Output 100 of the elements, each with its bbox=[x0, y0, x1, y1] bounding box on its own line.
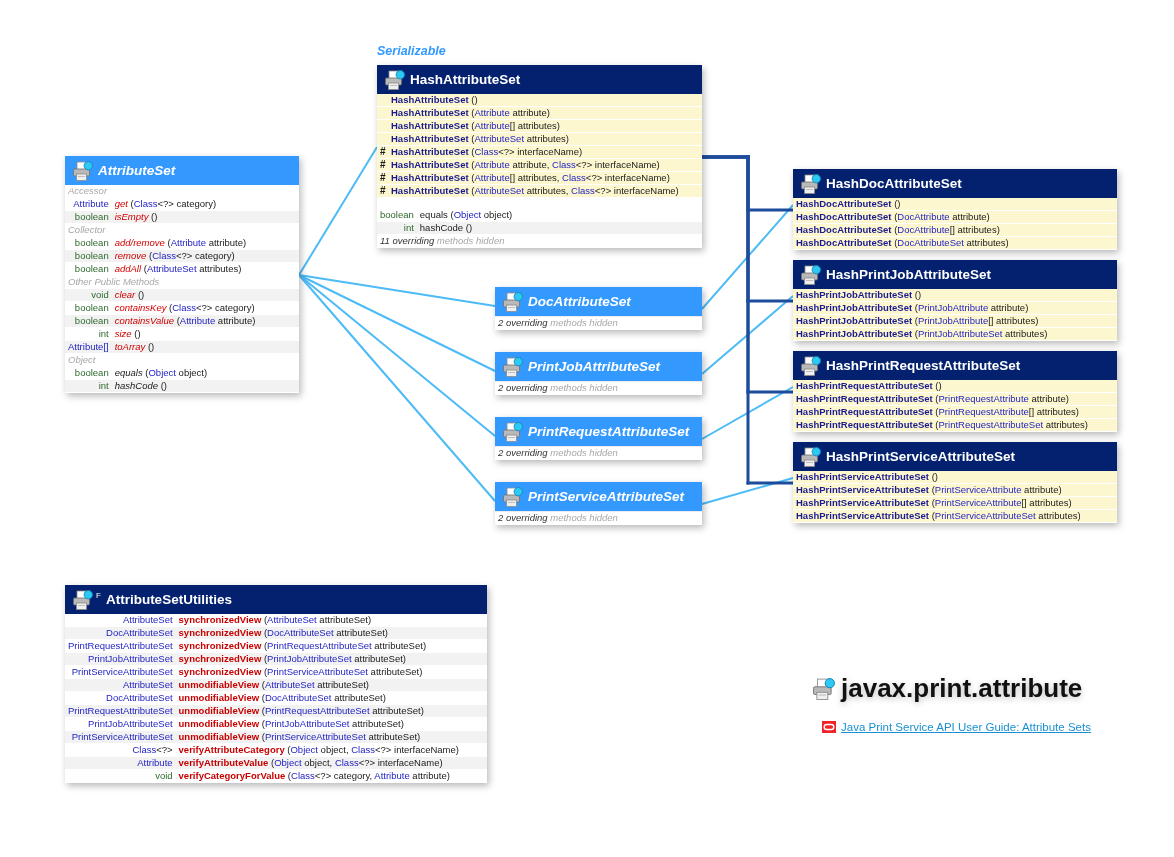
method-signature: verifyCategoryForValue (Class<?> category, Attribute attribute) bbox=[175, 769, 487, 783]
method-signature: toArray () bbox=[111, 340, 299, 354]
class-name: HashAttributeSet bbox=[410, 72, 521, 87]
printer-icon bbox=[503, 356, 523, 377]
class-name: HashPrintServiceAttributeSet bbox=[826, 449, 1016, 464]
protected-marker: # bbox=[380, 185, 387, 197]
method-signature: size () bbox=[111, 327, 299, 341]
package-title: javax.print.attribute bbox=[841, 673, 1083, 704]
method-signature: equals (Object object) bbox=[111, 366, 299, 380]
return-type: AttributeSet bbox=[65, 678, 176, 692]
printer-icon bbox=[801, 264, 821, 285]
class-name: HashPrintRequestAttributeSet bbox=[826, 358, 1021, 373]
method-signature: addAll (AttributeSet attributes) bbox=[111, 262, 299, 276]
ring-logo-icon bbox=[822, 721, 836, 733]
hidden-methods-note: 2 overriding methods hidden bbox=[495, 316, 702, 330]
class-name: DocAttributeSet bbox=[528, 294, 631, 309]
printer-icon bbox=[503, 421, 523, 442]
method-signature: synchronizedView (AttributeSet attributeSet) bbox=[175, 614, 487, 627]
return-type: Class<?> bbox=[65, 743, 176, 757]
return-type: PrintJobAttributeSet bbox=[65, 652, 176, 666]
constructor-signature: HashPrintServiceAttributeSet (PrintServiceAttributeSet attributes) bbox=[796, 510, 1081, 521]
constructor-signature: HashPrintServiceAttributeSet (PrintServiceAttribute attribute) bbox=[796, 484, 1062, 495]
constructor-signature: HashAttributeSet (AttributeSet attributes, Class<?> interfaceName) bbox=[391, 185, 679, 196]
return-type: boolean bbox=[65, 210, 112, 224]
hidden-methods-note: 11 overriding methods hidden bbox=[377, 234, 702, 248]
return-type: boolean bbox=[65, 236, 112, 250]
constructor-signature: HashPrintServiceAttributeSet (PrintServiceAttribute[] attributes) bbox=[796, 497, 1072, 508]
class-name: PrintServiceAttributeSet bbox=[528, 489, 685, 504]
return-type: PrintServiceAttributeSet bbox=[65, 730, 176, 744]
return-type: int bbox=[65, 379, 112, 393]
constructor-signature: HashPrintJobAttributeSet () bbox=[796, 289, 922, 300]
return-type: PrintRequestAttributeSet bbox=[65, 639, 176, 653]
constructor-signature: HashAttributeSet (Attribute[] attributes) bbox=[391, 120, 560, 131]
class-name: HashDocAttributeSet bbox=[826, 176, 962, 191]
constructor-signature: HashAttributeSet (AttributeSet attributes) bbox=[391, 133, 569, 144]
method-signature: unmodifiableView (PrintJobAttributeSet attributeSet) bbox=[175, 717, 487, 731]
method-signature: hashCode () bbox=[111, 379, 299, 393]
return-type: Attribute[] bbox=[65, 340, 112, 354]
constructor-signature: HashDocAttributeSet () bbox=[796, 198, 901, 209]
constructor-signature: HashPrintJobAttributeSet (PrintJobAttributeSet attributes) bbox=[796, 328, 1048, 339]
return-type: DocAttributeSet bbox=[65, 626, 176, 640]
hidden-methods-note: 2 overriding methods hidden bbox=[495, 381, 702, 395]
return-type: void bbox=[65, 288, 112, 302]
method-signature: synchronizedView (PrintJobAttributeSet attributeSet) bbox=[175, 652, 487, 666]
return-type: boolean bbox=[377, 209, 417, 222]
return-type: boolean bbox=[65, 314, 112, 328]
class-name: AttributeSet bbox=[98, 163, 176, 178]
printer-icon bbox=[801, 355, 821, 376]
return-type: int bbox=[377, 221, 417, 235]
printer-icon bbox=[801, 173, 821, 194]
constructor-signature: HashDocAttributeSet (DocAttributeSet attributes) bbox=[796, 237, 1009, 248]
method-signature: verifyAttributeValue (Object object, Class<?> interfaceName) bbox=[175, 756, 487, 770]
method-signature: unmodifiableView (AttributeSet attributeSet) bbox=[175, 678, 487, 692]
method-signature: isEmpty () bbox=[111, 210, 299, 224]
interface-label: Serializable bbox=[377, 44, 446, 58]
constructor-signature: HashAttributeSet (Class<?> interfaceName) bbox=[391, 146, 583, 157]
return-type: PrintServiceAttributeSet bbox=[65, 665, 176, 679]
constructor-signature: HashPrintRequestAttributeSet () bbox=[796, 380, 942, 391]
hidden-methods-note: 2 overriding methods hidden bbox=[495, 446, 702, 460]
method-signature: hashCode () bbox=[416, 221, 702, 235]
constructor-signature: HashPrintJobAttributeSet (PrintJobAttribute[] attributes) bbox=[796, 315, 1039, 326]
return-type: AttributeSet bbox=[65, 614, 176, 627]
printer-icon bbox=[73, 160, 93, 181]
printer-icon bbox=[503, 291, 523, 312]
constructor-signature: HashAttributeSet (Attribute attribute, Class<?> interfaceName) bbox=[391, 159, 660, 170]
constructor-signature: HashDocAttributeSet (DocAttribute attribute) bbox=[796, 211, 990, 222]
return-type: PrintRequestAttributeSet bbox=[65, 704, 176, 718]
constructor-signature: HashDocAttributeSet (DocAttribute[] attributes) bbox=[796, 224, 1000, 235]
constructor-signature: HashPrintJobAttributeSet (PrintJobAttribute attribute) bbox=[796, 302, 1029, 313]
method-signature: remove (Class<?> category) bbox=[111, 249, 299, 263]
guide-link[interactable]: Java Print Service API User Guide: Attribute Sets bbox=[841, 721, 1091, 733]
return-type: Attribute bbox=[65, 756, 176, 770]
method-signature: equals (Object object) bbox=[416, 209, 702, 222]
return-type: boolean bbox=[65, 249, 112, 263]
protected-marker: # bbox=[380, 159, 387, 171]
return-type: Attribute bbox=[65, 197, 112, 211]
return-type: void bbox=[65, 769, 176, 783]
method-signature: unmodifiableView (DocAttributeSet attributeSet) bbox=[175, 691, 487, 705]
return-type: boolean bbox=[65, 262, 112, 276]
return-type: boolean bbox=[65, 366, 112, 380]
section-heading: Collector bbox=[65, 223, 299, 237]
section-heading: Other Public Methods bbox=[65, 275, 299, 289]
class-name: AttributeSetUtilities bbox=[105, 592, 232, 607]
protected-marker: # bbox=[380, 146, 387, 158]
method-signature: containsValue (Attribute attribute) bbox=[111, 314, 299, 328]
constructor-signature: HashAttributeSet () bbox=[391, 94, 478, 105]
method-signature: containsKey (Class<?> category) bbox=[111, 301, 299, 315]
printer-icon bbox=[385, 69, 405, 90]
constructor-signature: HashPrintRequestAttributeSet (PrintRequestAttribute[] attributes) bbox=[796, 406, 1079, 417]
method-signature: unmodifiableView (PrintRequestAttributeSet attributeSet) bbox=[175, 704, 487, 718]
section-heading: Object bbox=[65, 353, 299, 367]
protected-marker: # bbox=[380, 172, 387, 184]
constructor-signature: HashAttributeSet (Attribute[] attributes, Class<?> interfaceName) bbox=[391, 172, 670, 183]
method-signature: clear () bbox=[111, 288, 299, 302]
method-signature: add/remove (Attribute attribute) bbox=[111, 236, 299, 250]
method-signature: synchronizedView (PrintRequestAttributeSet attributeSet) bbox=[175, 639, 487, 653]
return-type: DocAttributeSet bbox=[65, 691, 176, 705]
constructor-signature: HashPrintRequestAttributeSet (PrintRequestAttributeSet attributes) bbox=[796, 419, 1088, 430]
hidden-methods-note: 2 overriding methods hidden bbox=[495, 511, 702, 525]
final-marker: F bbox=[96, 591, 101, 600]
